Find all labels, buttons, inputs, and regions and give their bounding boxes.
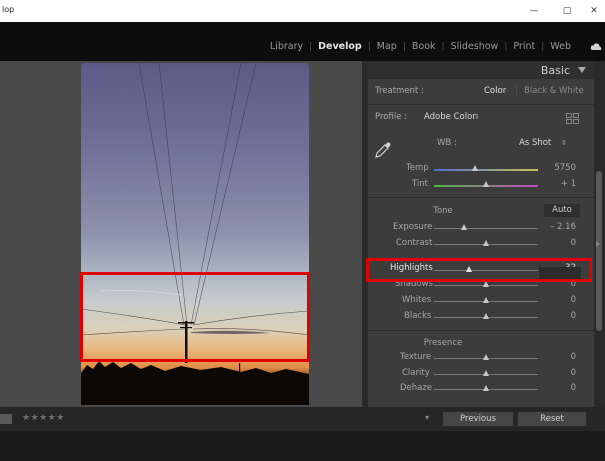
tint-label: Tint	[412, 179, 429, 189]
filmstrip	[0, 431, 605, 461]
toolbar-menu-chevron-icon[interactable]: ▾	[425, 413, 429, 422]
texture-label: Texture	[400, 352, 432, 362]
blacks-slider-thumb[interactable]	[482, 313, 489, 319]
profile-updown-icon[interactable]: ⇕	[474, 113, 480, 121]
clarity-label: Clarity	[402, 368, 430, 378]
highlights-value-field	[539, 267, 581, 279]
blacks-label: Blacks	[404, 311, 432, 321]
temp-slider-row[interactable]: Temp 5750	[368, 163, 594, 177]
module-slideshow[interactable]: Slideshow	[445, 41, 505, 52]
temp-slider-track[interactable]	[434, 169, 538, 171]
module-library[interactable]: Library	[264, 41, 309, 52]
dehaze-slider-thumb[interactable]	[482, 385, 489, 391]
profile-label: Profile :	[375, 112, 407, 122]
whites-value[interactable]: 0	[571, 295, 576, 305]
window-titlebar: lop — ▢ ✕	[0, 0, 605, 22]
tint-slider-row[interactable]: Tint + 1	[368, 179, 594, 193]
treatment-color-option[interactable]: Color	[484, 86, 506, 96]
treatment-row: Treatment : Color | Black & White	[375, 86, 584, 96]
temp-slider-thumb[interactable]	[472, 165, 479, 171]
close-button[interactable]: ✕	[580, 0, 605, 22]
view-mode-icon[interactable]	[0, 414, 12, 424]
wb-updown-icon[interactable]: ⇕	[561, 139, 567, 147]
treatment-bw-option[interactable]: Black & White	[524, 86, 584, 96]
minimize-button[interactable]: —	[520, 0, 548, 22]
temp-value[interactable]: 5750	[554, 163, 576, 173]
module-web[interactable]: Web	[544, 41, 577, 52]
module-book[interactable]: Book	[406, 41, 442, 52]
exposure-slider-thumb[interactable]	[460, 224, 467, 230]
exposure-label: Exposure	[393, 222, 433, 232]
profile-browser-grid-icon[interactable]	[566, 113, 579, 124]
divider	[368, 104, 594, 105]
tint-value[interactable]: + 1	[561, 179, 576, 189]
clarity-slider-thumb[interactable]	[482, 370, 489, 376]
module-list: Library | Develop | Map | Book | Slideshow | Print…	[264, 41, 577, 52]
contrast-slider-row[interactable]: Contrast 0	[368, 238, 594, 252]
wb-label: WB :	[437, 138, 457, 148]
module-map[interactable]: Map	[371, 41, 403, 52]
tone-section-title: Tone	[433, 206, 453, 216]
panel-expand-arrow-icon[interactable]	[596, 241, 600, 247]
bottom-toolbar: ★★★★★ ▾ Previous Reset	[0, 407, 605, 431]
divider	[368, 197, 594, 198]
exposure-slider-track[interactable]	[434, 228, 538, 229]
scrollbar-thumb[interactable]	[596, 171, 602, 331]
texture-slider-row[interactable]: Texture 0	[368, 352, 594, 366]
exposure-slider-row[interactable]: Exposure – 2.16	[368, 222, 594, 236]
reset-button[interactable]: Reset	[517, 411, 587, 427]
window-title: lop	[2, 5, 15, 14]
develop-basic-panel: Basic Treatment : Color | Black & White …	[368, 61, 594, 407]
tint-slider-thumb[interactable]	[482, 181, 489, 187]
dehaze-slider-row[interactable]: Dehaze 0	[368, 383, 594, 397]
collapse-triangle-icon[interactable]	[578, 67, 586, 73]
module-develop[interactable]: Develop	[312, 41, 368, 52]
blacks-slider-row[interactable]: Blacks 0	[368, 311, 594, 325]
blacks-value[interactable]: 0	[571, 311, 576, 321]
profile-row: Profile : Adobe Color ⇕	[368, 112, 594, 126]
cloud-sync-icon[interactable]	[590, 42, 602, 52]
clarity-value[interactable]: 0	[571, 368, 576, 378]
temp-label: Temp	[406, 163, 429, 173]
panel-scrollbar[interactable]	[594, 61, 605, 407]
dehaze-value[interactable]: 0	[571, 383, 576, 393]
highlight-region-annotation	[80, 272, 310, 362]
image-preview-area	[0, 61, 362, 407]
module-picker: Library | Develop | Map | Book | Slideshow | Print…	[0, 22, 605, 61]
exposure-value[interactable]: – 2.16	[550, 222, 576, 232]
tone-auto-button[interactable]: Auto	[544, 204, 580, 217]
presence-section-title: Presence	[423, 338, 463, 348]
dehaze-label: Dehaze	[400, 383, 433, 393]
maximize-button[interactable]: ▢	[553, 0, 581, 22]
panel-title: Basic	[540, 64, 570, 77]
previous-button[interactable]: Previous	[442, 411, 514, 427]
wb-dropdown[interactable]: As Shot	[519, 138, 551, 148]
basic-panel-header[interactable]: Basic	[368, 61, 594, 79]
contrast-value[interactable]: 0	[571, 238, 576, 248]
texture-value[interactable]: 0	[571, 352, 576, 362]
clarity-slider-row[interactable]: Clarity 0	[368, 368, 594, 382]
wb-row: WB : As Shot ⇕	[368, 138, 594, 152]
divider	[368, 330, 594, 331]
whites-label: Whites	[402, 295, 432, 305]
highlights-annotation-box	[366, 258, 592, 282]
whites-slider-thumb[interactable]	[482, 297, 489, 303]
treatment-label: Treatment :	[375, 86, 424, 96]
star-rating[interactable]: ★★★★★	[22, 413, 65, 423]
contrast-label: Contrast	[396, 238, 433, 248]
texture-slider-thumb[interactable]	[482, 354, 489, 360]
contrast-slider-thumb[interactable]	[482, 240, 489, 246]
whites-slider-row[interactable]: Whites 0	[368, 295, 594, 309]
module-print[interactable]: Print	[507, 41, 541, 52]
profile-dropdown[interactable]: Adobe Color	[424, 112, 476, 122]
